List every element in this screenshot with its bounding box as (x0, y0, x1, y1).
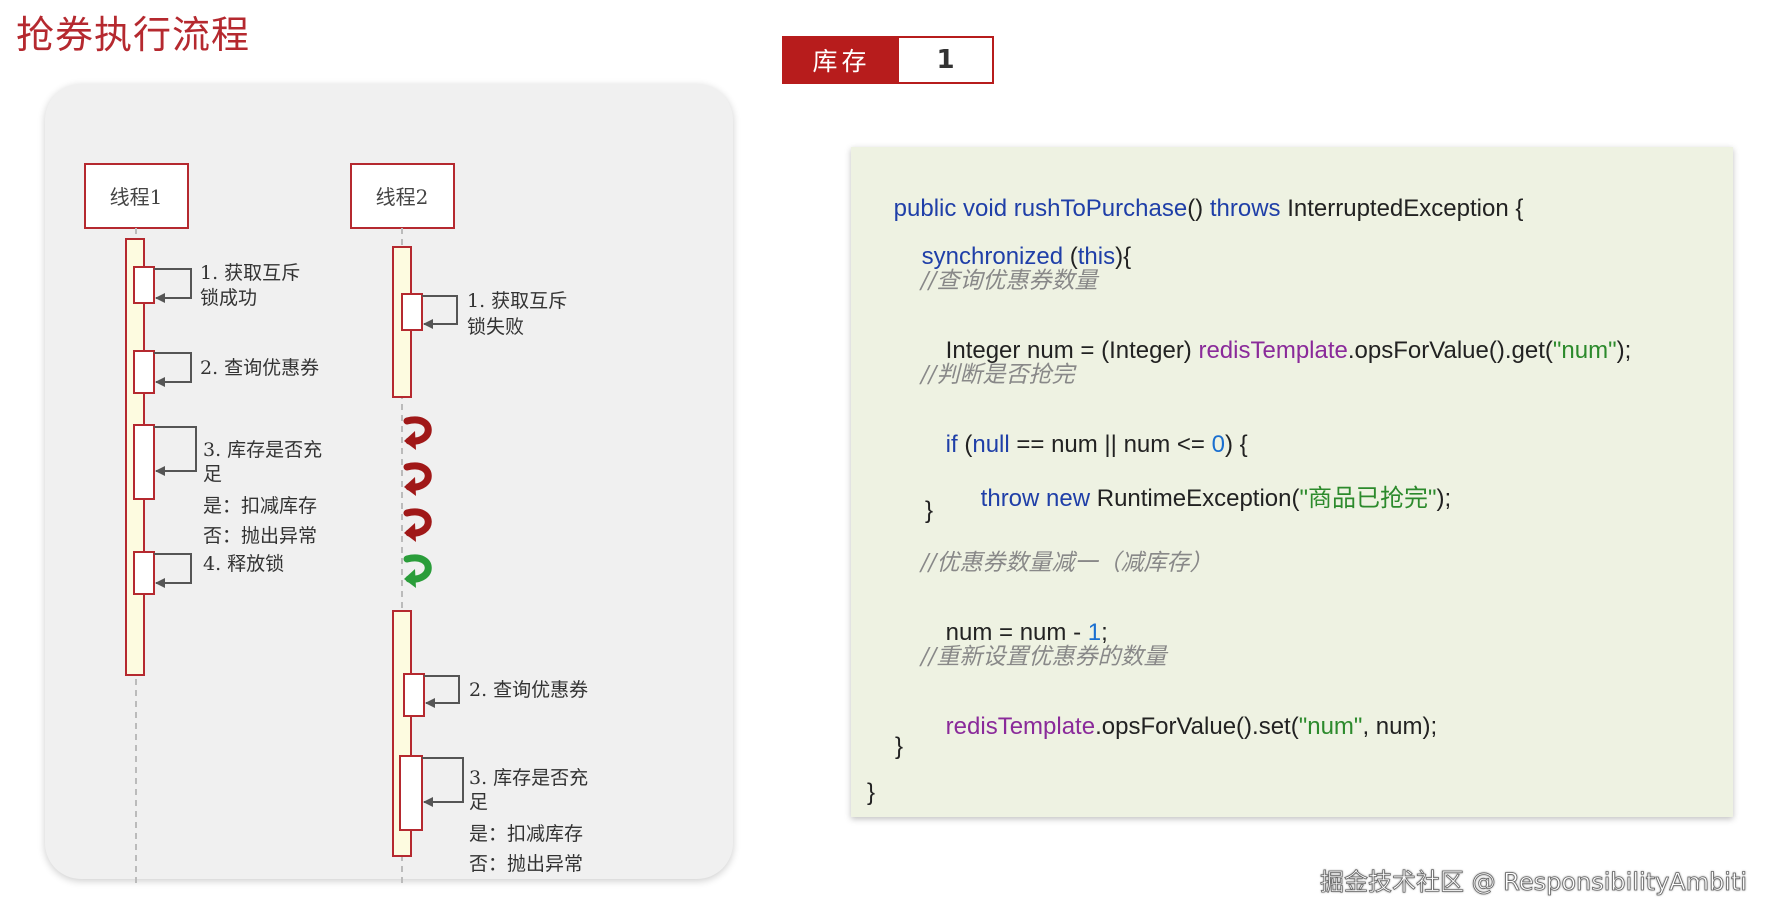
t2-step1-arrow (422, 295, 458, 329)
fail-retry-arrow-icon (403, 462, 432, 496)
t2-step3-box (399, 755, 423, 831)
t1-step3-arrow (154, 426, 197, 476)
t2-step3-text: 3. 库存是否充 (469, 767, 588, 789)
t2-step1-box (401, 293, 423, 331)
code-line-8: } (925, 497, 934, 524)
code-line-14: } (867, 779, 876, 806)
t1-step3-text2: 足 (203, 463, 222, 485)
t2-step2-text: 2. 查询优惠券 (469, 679, 588, 701)
t2-step3-arrow (422, 757, 464, 807)
stock-indicator: 库存 1 (782, 36, 994, 84)
t1-step2-text: 2. 查询优惠券 (200, 357, 319, 379)
page-title: 抢券执行流程 (16, 13, 251, 57)
t1-step2-box (133, 350, 155, 394)
watermark: 掘金技术社区 @ ResponsibilityAmbiti (1320, 868, 1748, 897)
t1-step4-text: 4. 释放锁 (203, 553, 284, 575)
code-line-13: } (895, 733, 904, 760)
success-arrow-icon (403, 554, 432, 588)
code-comment-3: //优惠券数量减一（减库存） (921, 550, 1213, 576)
t1-step3-box (133, 424, 155, 500)
thread1-label: 线程1 (110, 185, 163, 209)
t2-step1-text: 1. 获取互斥 (467, 290, 567, 312)
sequence-diagram-panel: 线程1 1. 获取互斥 锁成功 2. 查询优惠券 3. 库存是否充 足 是：扣减… (45, 84, 733, 884)
code-block: public void rushToPurchase() throws Inte… (851, 147, 1733, 817)
t2-step3-yes: 是：扣减库存 (469, 823, 583, 845)
fail-retry-arrow-icon (403, 508, 432, 542)
t1-step1-box (133, 266, 155, 304)
t1-step3-text: 3. 库存是否充 (203, 439, 322, 461)
code-comment-1: //查询优惠券数量 (921, 268, 1098, 294)
t1-step2-arrow (154, 352, 192, 387)
code-comment-2: //判断是否抢完 (921, 362, 1075, 388)
t1-step1-arrow (154, 268, 192, 303)
sequence-diagram: 线程1 1. 获取互斥 锁成功 2. 查询优惠券 3. 库存是否充 足 是：扣减… (84, 163, 588, 884)
stock-label: 库存 (784, 38, 899, 82)
t1-step1-text2: 锁成功 (200, 287, 257, 309)
t1-step4-box (133, 551, 155, 595)
code-line-12: redisTemplate.opsForValue().set("num", n… (945, 713, 1438, 740)
stock-value: 1 (936, 45, 955, 75)
t2-step2-box (403, 673, 425, 717)
fail-retry-arrow-icon (403, 416, 432, 450)
thread2-label: 线程2 (376, 185, 429, 209)
code-line-7: throw new RuntimeException("商品已抢完"); (980, 485, 1452, 512)
t1-step1-text: 1. 获取互斥 (200, 262, 300, 284)
t1-step4-arrow (154, 553, 192, 588)
t2-step3-text2: 足 (469, 791, 488, 813)
t1-step3-no: 否：抛出异常 (203, 525, 317, 547)
t2-step3-no: 否：抛出异常 (469, 853, 583, 875)
code-comment-4: //重新设置优惠券的数量 (921, 644, 1167, 670)
t2-step2-arrow (424, 675, 460, 708)
t1-step3-yes: 是：扣减库存 (203, 495, 317, 517)
t2-step1-text2: 锁失败 (467, 316, 524, 338)
